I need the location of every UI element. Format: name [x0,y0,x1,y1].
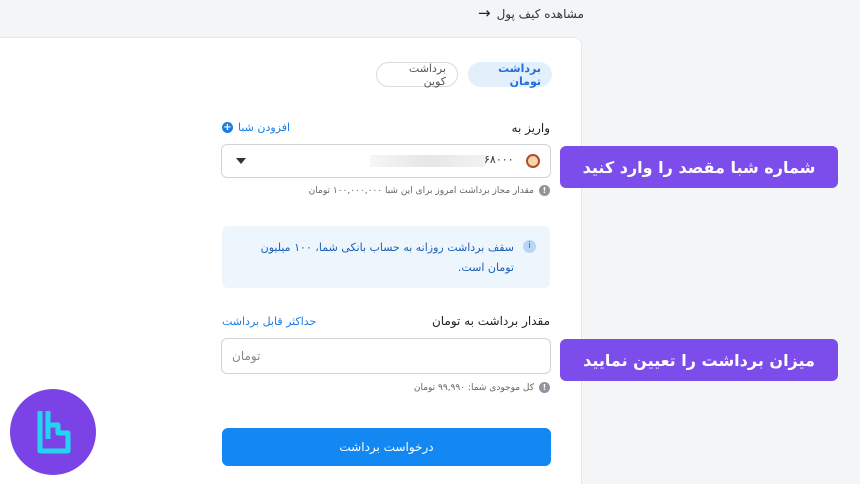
amount-input[interactable] [221,338,551,374]
withdraw-request-button[interactable]: درخواست برداشت [222,428,551,466]
chevron-down-icon [236,158,246,164]
info-icon: ! [539,185,550,196]
add-sheba-label: افزودن شبا [238,121,291,134]
daily-limit-text: سقف برداشت روزانه به حساب بانکی شما، ۱۰۰… [260,241,514,274]
callout-set-amount: میزان برداشت را تعیین نمایید [560,339,838,381]
info-icon: i [523,240,536,253]
bank-logo-icon [526,154,540,168]
tab-withdraw-coin-label: برداشت کوین [408,61,446,88]
amount-label: مقدار برداشت به تومان [431,314,550,328]
brand-logo-icon [37,411,71,454]
sheba-masked-number [370,155,486,167]
daily-limit-notice: i سقف برداشت روزانه به حساب بانکی شما، ۱… [222,226,550,288]
back-to-wallet-link[interactable]: مشاهده کیف پول → [478,6,584,21]
tab-withdraw-toman-label: برداشت تومان [498,61,541,88]
tab-withdraw-toman[interactable]: برداشت تومان [468,61,552,88]
sheba-select[interactable]: ۶۸۰۰۰ [221,144,551,178]
deposit-label: واریز به [511,121,550,135]
balance-hint: ! کل موجودی شما: ۹۹,۹۹۰ تومان [414,382,550,393]
sheba-limit-text: مقدار مجاز برداشت امروز برای این شبا ۱۰۰… [308,185,534,196]
brand-logo [10,389,96,475]
max-withdraw-link[interactable]: حداکثر قابل برداشت [222,315,316,328]
back-to-wallet-label: مشاهده کیف پول [496,6,584,21]
tab-withdraw-coin[interactable]: برداشت کوین [376,61,458,88]
info-icon: ! [539,382,550,393]
balance-hint-text: کل موجودی شما: ۹۹,۹۹۰ تومان [413,382,534,393]
sheba-limit-hint: ! مقدار مجاز برداشت امروز برای این شبا ۱… [309,185,550,196]
arrow-left-icon: → [478,4,491,22]
withdraw-tabs: برداشت کوین برداشت تومان [376,61,552,88]
callout-enter-sheba: شماره شبا مقصد را وارد کنید [560,146,838,188]
add-sheba-button[interactable]: افزودن شبا + [222,121,290,134]
max-withdraw-label: حداکثر قابل برداشت [222,315,317,328]
plus-icon: + [222,122,233,133]
sheba-suffix: ۶۸۰۰۰ [484,153,514,166]
